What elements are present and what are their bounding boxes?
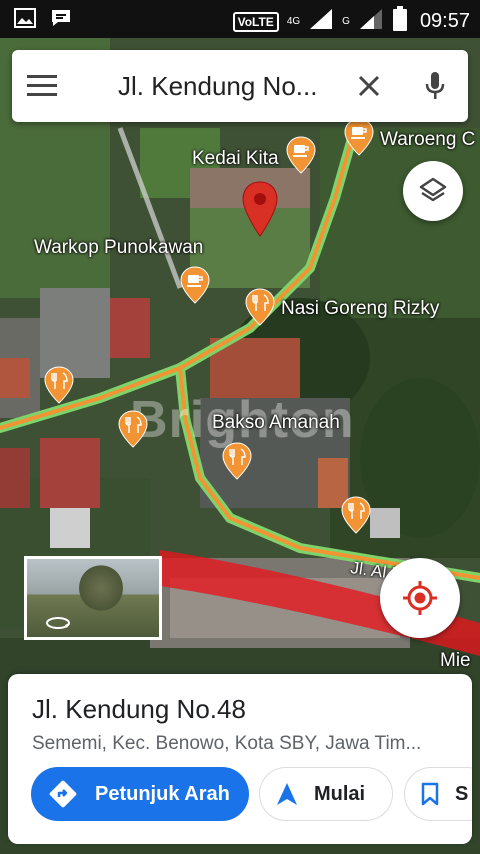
start-navigation-button[interactable]: Mulai — [259, 767, 393, 821]
gallery-icon — [14, 8, 36, 33]
street-view-thumbnail[interactable] — [24, 556, 162, 640]
start-label: Mulai — [314, 782, 366, 805]
signal-g-icon — [358, 7, 384, 36]
voice-search-button[interactable] — [402, 50, 468, 122]
save-label: S — [455, 782, 469, 805]
message-icon — [50, 8, 72, 33]
rotate-360-icon — [46, 617, 70, 629]
gps-crosshair-icon — [403, 581, 437, 615]
clock: 09:57 — [419, 10, 470, 32]
cafe-icon — [180, 266, 210, 304]
cafe-icon — [344, 118, 374, 156]
place-title: Jl. Kendung No.48 — [32, 694, 246, 724]
poi-label: Waroeng C — [380, 129, 476, 150]
layers-icon — [419, 177, 447, 202]
menu-button[interactable] — [12, 50, 72, 122]
poi-label: Nasi Goreng Rizky — [281, 298, 440, 319]
status-bar: VoLTE 4G G 09:57 — [0, 0, 480, 38]
place-info-card[interactable]: Jl. Kendung No.48 Sememi, Kec. Benowo, K… — [8, 674, 472, 844]
close-icon — [358, 75, 380, 97]
microphone-icon — [425, 72, 445, 99]
poi-label: Kedai Kita — [192, 148, 279, 169]
restaurant-icon[interactable] — [44, 366, 74, 404]
volte-badge: VoLTE — [232, 11, 279, 32]
restaurant-icon[interactable] — [341, 496, 371, 534]
signal-4g-icon — [308, 7, 334, 36]
clear-search-button[interactable] — [336, 50, 402, 122]
directions-icon — [49, 780, 77, 808]
menu-icon — [27, 75, 57, 96]
network-g-label: G — [342, 16, 350, 27]
bookmark-icon — [421, 782, 439, 806]
poi-label: Bakso Amanah — [212, 412, 340, 433]
network-type-label: 4G — [286, 16, 301, 27]
cafe-icon — [286, 136, 316, 174]
poi-label: Warkop Punokawan — [34, 237, 204, 258]
search-bar[interactable]: Jl. Kendung No... — [12, 50, 468, 122]
save-button[interactable]: S — [404, 767, 472, 821]
street-view-preview — [79, 565, 123, 611]
place-address: Sememi, Kec. Benowo, Kota SBY, Jawa Tim.… — [32, 733, 422, 754]
battery-icon — [392, 6, 408, 37]
my-location-button[interactable] — [380, 558, 460, 638]
restaurant-icon — [245, 288, 275, 326]
map-layers-button[interactable] — [403, 161, 463, 221]
directions-button[interactable]: Petunjuk Arah — [31, 767, 249, 821]
search-query-text[interactable]: Jl. Kendung No... — [72, 71, 336, 102]
location-pin-icon[interactable] — [240, 180, 280, 238]
restaurant-icon — [222, 442, 252, 480]
poi-mie-label[interactable]: Mie — [440, 650, 471, 672]
restaurant-icon[interactable] — [118, 410, 148, 448]
navigation-arrow-icon — [277, 783, 297, 805]
directions-label: Petunjuk Arah — [95, 782, 230, 805]
